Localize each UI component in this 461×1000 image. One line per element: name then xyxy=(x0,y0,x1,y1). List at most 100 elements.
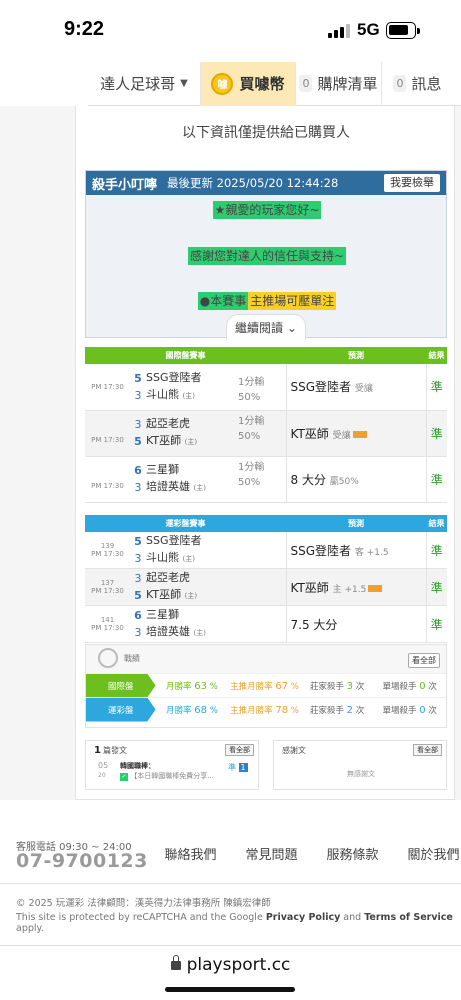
cart-link[interactable]: 0 購牌清單 xyxy=(295,61,381,106)
home-marker: (主) xyxy=(184,438,198,446)
footer-link-faq[interactable]: 常見問題 xyxy=(231,844,312,863)
stat-label: 主推月勝率 xyxy=(230,705,273,716)
articles-box: 1 篇發文 看全部 05 20 韓國職棒： ✓ 【本日韓國職棒免費分享... 準 1 xyxy=(85,740,259,790)
handicap-pct: 50% xyxy=(238,392,261,404)
result: 準 xyxy=(425,568,447,606)
home-marker: (主) xyxy=(193,484,206,492)
read-more-button[interactable]: 繼續閱讀 ⌄ xyxy=(226,314,306,340)
stat-unit: % xyxy=(209,681,218,692)
article-day: 20 xyxy=(98,772,106,779)
featured-win-rate: 78 xyxy=(275,704,289,716)
table-row: 141 PM 17:30 6 3 三星獅 培證英雄 (主) 7.5 大分 準 xyxy=(85,605,447,643)
footer-link-terms[interactable]: 服務條款 xyxy=(312,844,393,863)
support-phone[interactable]: 07-9700123 xyxy=(16,850,148,872)
away-score: 5 xyxy=(134,371,142,385)
pick-type: 受讓 xyxy=(354,384,373,395)
intl-predictions-table: 國際盤賽事 預測 結果 PM 17:30 53 SSG登陸者 斗山熊 (主) 1分… xyxy=(85,347,447,503)
tip-line-2-text: 感謝您對達人的信任與支持~ xyxy=(187,247,347,265)
pick-type: 受讓 xyxy=(332,430,351,441)
record-row-intl: 國際盤 月勝率 63 % 主推月勝率 67 % 莊家殺手 3 次 單場殺手 0 … xyxy=(86,673,446,698)
thanks-empty: 無感謝文 xyxy=(347,770,375,778)
article-month: 05 xyxy=(98,761,109,770)
stat-label: 單場殺手 xyxy=(382,705,417,716)
table-row: PM 17:30 6 3 三星獅 培證英雄 (主) 1分輸 50% 8 大分 贏50%… xyxy=(85,456,447,503)
pick: SSG登陸者 xyxy=(290,380,352,395)
home-indicator[interactable] xyxy=(165,987,295,992)
messages-label: 訊息 xyxy=(411,75,442,93)
footer-link-contact[interactable]: 聯絡我們 xyxy=(150,844,231,863)
record-view-all-button[interactable]: 看全部 xyxy=(408,653,440,668)
status-time: 9:22 xyxy=(64,18,105,40)
coin-icon: 噱 xyxy=(211,72,234,95)
result: 準 xyxy=(425,410,447,457)
articles-view-all-button[interactable]: 看全部 xyxy=(225,744,254,756)
stat-label: 莊家殺手 xyxy=(309,705,344,716)
handicap-pct: 50% xyxy=(238,430,261,442)
lock-icon xyxy=(170,955,181,970)
stat-unit: % xyxy=(209,705,218,716)
target-icon xyxy=(98,648,118,668)
privacy-policy-link[interactable]: Privacy Policy xyxy=(266,912,340,923)
stat-unit: % xyxy=(290,681,299,692)
intl-header-result: 結果 xyxy=(426,347,447,364)
featured-win-rate: 67 xyxy=(275,680,289,692)
match-time: PM 17:30 xyxy=(91,624,124,632)
copyright: © 2025 玩運彩 法律顧問：漢英得力法律事務所 陳鎮宏律師 xyxy=(16,898,271,909)
stat-label: 莊家殺手 xyxy=(309,681,344,692)
home-marker: (主) xyxy=(193,629,206,637)
stat-label: 月勝率 xyxy=(166,705,192,716)
messages-link[interactable]: 0 訊息 xyxy=(381,61,453,106)
table-header: 運彩盤賽事 預測 結果 xyxy=(85,515,447,532)
away-team: SSG登陸者 xyxy=(146,370,202,384)
stat-label: 月勝率 xyxy=(166,681,192,692)
network-label: 5G xyxy=(357,20,380,39)
game-number: 137 xyxy=(100,579,115,587)
table-row: 137 PM 17:30 35 起亞老虎 KT巫師 (主) KT巫師 主 +1.5 … xyxy=(85,568,447,606)
home-team: 培證英雄 xyxy=(146,480,190,493)
lottery-header-pick: 預測 xyxy=(286,515,426,532)
articles-count: 1 xyxy=(94,745,101,756)
article-item[interactable]: 韓國職棒： ✓ 【本日韓國職棒免費分享... xyxy=(120,761,230,781)
left-gutter xyxy=(0,106,75,800)
buy-coin-button[interactable]: 噱 買噱幣 xyxy=(200,61,295,106)
away-team: 三星獅 xyxy=(146,608,179,621)
home-team: 培證英雄 xyxy=(146,625,190,638)
match-time: PM 17:30 xyxy=(91,587,124,595)
footer-links: 聯絡我們 常見問題 服務條款 關於我們 xyxy=(150,844,461,863)
buy-coin-label: 買噱幣 xyxy=(239,75,285,93)
articles-label: 篇發文 xyxy=(102,746,127,755)
right-gutter xyxy=(455,106,461,800)
cart-label: 購牌清單 xyxy=(317,75,378,93)
user-name: 達人足球哥 xyxy=(100,75,176,93)
home-team: 斗山熊 xyxy=(146,387,179,401)
recaptcha-apply: apply. xyxy=(16,923,44,934)
report-button[interactable]: 我要檢舉 xyxy=(384,174,440,192)
single-killer-count: 0 xyxy=(419,680,426,692)
home-score: 3 xyxy=(134,388,142,402)
pick-type: 主 +1.5 xyxy=(332,584,367,595)
tip-line-1: ★親愛的玩家您好~ xyxy=(86,201,448,219)
pick-type: 客 +1.5 xyxy=(354,547,389,558)
caret-down-icon: ▼ xyxy=(180,78,188,89)
check-icon: ✓ xyxy=(120,773,128,781)
last-updated: 最後更新 2025/05/20 12:44:28 xyxy=(167,176,339,190)
result: 準 xyxy=(425,532,447,569)
pick: 7.5 大分 xyxy=(290,617,338,632)
stat-unit: 次 xyxy=(355,681,365,692)
pick: KT巫師 xyxy=(290,426,329,441)
away-team: 起亞老虎 xyxy=(146,417,190,430)
game-number: 139 xyxy=(100,542,115,550)
user-menu[interactable]: 達人足球哥 ▼ xyxy=(88,62,200,106)
article-badge-label: 準 xyxy=(228,763,236,772)
footer-link-about[interactable]: 關於我們 xyxy=(393,844,461,863)
footer: 客服電話 09:30 ~ 24:00 07-9700123 聯絡我們 常見問題 … xyxy=(0,830,461,884)
cart-count: 0 xyxy=(299,75,313,92)
home-marker: (主) xyxy=(182,555,195,563)
buyers-notice: 以下資訊僅提供給已購買人 xyxy=(182,125,350,141)
result: 準 xyxy=(425,456,447,503)
away-score: 6 xyxy=(134,464,142,477)
record-row-lottery: 運彩盤 月勝率 68 % 主推月勝率 78 % 莊家殺手 2 次 單場殺手 0 … xyxy=(86,697,446,722)
thanks-view-all-button[interactable]: 看全部 xyxy=(413,744,442,756)
table-row: PM 17:30 35 起亞老虎 KT巫師 (主) 1分輸 50% KT巫師 受讓 … xyxy=(85,410,447,457)
terms-of-service-link[interactable]: Terms of Service xyxy=(364,912,453,923)
